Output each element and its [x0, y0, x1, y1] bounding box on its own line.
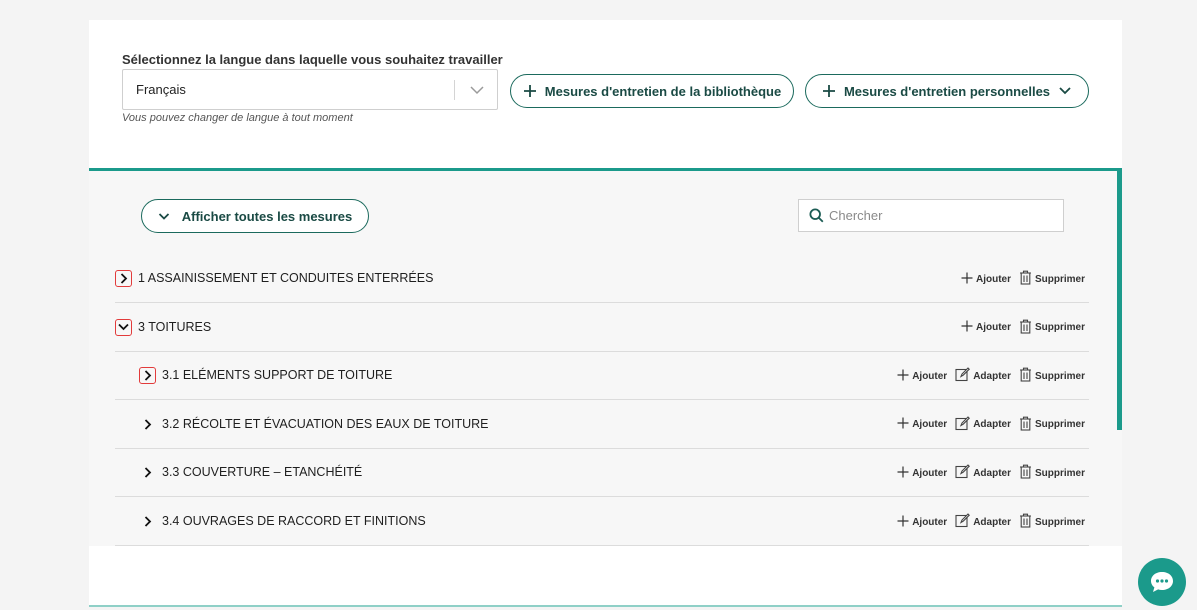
show-all-measures-button[interactable]: Afficher toutes les mesures	[141, 199, 369, 233]
chevron-down-icon[interactable]	[469, 83, 485, 97]
adapt-label: Adapter	[973, 419, 1011, 431]
table-row[interactable]: 3.3 COUVERTURE – ETANCHÉITÉ Ajouter Adapte…	[115, 449, 1089, 498]
delete-label: Supprimer	[1034, 322, 1085, 334]
delete-label: Supprimer	[1034, 516, 1085, 528]
delete-button[interactable]: Supprimer	[1019, 416, 1085, 434]
row-actions: Ajouter Adapter Supprimer	[897, 416, 1085, 434]
adapt-button[interactable]: Adapter	[955, 416, 1011, 434]
row-title: 3 TOITURES	[138, 319, 212, 334]
edit-icon	[955, 416, 971, 434]
delete-button[interactable]: Supprimer	[1019, 464, 1085, 482]
add-button[interactable]: Ajouter	[897, 466, 947, 481]
table-row[interactable]: 3 TOITURES Ajouter Supprimer	[115, 304, 1089, 352]
chat-bubble-icon	[1151, 572, 1173, 592]
add-button[interactable]: Ajouter	[961, 320, 1011, 335]
lower-panel	[89, 546, 1122, 606]
plus-icon	[897, 515, 909, 530]
chevron-right-icon[interactable]	[139, 416, 156, 433]
edit-icon	[955, 367, 971, 385]
trash-icon	[1019, 319, 1032, 337]
add-personal-measures-label: Mesures d'entretien personnelles	[843, 83, 1051, 99]
trash-icon	[1019, 464, 1032, 482]
delete-button[interactable]: Supprimer	[1019, 319, 1085, 337]
chevron-right-icon[interactable]	[139, 367, 156, 385]
add-label: Ajouter	[912, 467, 948, 479]
trash-icon	[1019, 270, 1032, 288]
adapt-label: Adapter	[973, 370, 1011, 382]
trash-icon	[1019, 367, 1032, 385]
add-label: Ajouter	[912, 419, 948, 431]
delete-label: Supprimer	[1034, 467, 1085, 479]
chat-button[interactable]	[1138, 558, 1186, 606]
language-hint: Vous pouvez changer de langue à tout mom…	[122, 112, 353, 124]
add-button[interactable]: Ajouter	[897, 515, 947, 530]
language-value: Français	[136, 82, 186, 97]
chevron-right-icon[interactable]	[139, 513, 156, 530]
row-title: 1 ASSAINISSEMENT ET CONDUITES ENTERRÉES	[138, 271, 434, 285]
add-personal-measures-button[interactable]: Mesures d'entretien personnelles	[805, 74, 1089, 108]
adapt-button[interactable]: Adapter	[955, 367, 1011, 385]
add-library-measures-button[interactable]: Mesures d'entretien de la bibliothèque	[510, 74, 794, 108]
plus-icon	[961, 320, 973, 335]
edit-icon	[955, 464, 971, 482]
chevron-right-icon[interactable]	[139, 464, 156, 481]
row-title: 3.2 RÉCOLTE ET ÉVACUATION DES EAUX DE TO…	[162, 416, 489, 431]
language-panel: Sélectionnez la langue dans laquelle vou…	[89, 20, 1122, 168]
adapt-button[interactable]: Adapter	[955, 513, 1011, 531]
bottom-divider	[89, 605, 1122, 607]
show-all-measures-label: Afficher toutes les mesures	[181, 208, 353, 224]
row-title: 3.3 COUVERTURE – ETANCHÉITÉ	[162, 465, 363, 480]
language-select[interactable]: Français	[122, 69, 498, 110]
search-input[interactable]	[829, 200, 1059, 231]
add-label: Ajouter	[912, 516, 948, 528]
chevron-down-icon[interactable]	[115, 318, 132, 336]
panel-accent-bar	[1117, 168, 1122, 430]
row-title: 3.4 OUVRAGES DE RACCORD ET FINITIONS	[162, 514, 426, 528]
edit-icon	[955, 513, 971, 531]
row-actions: Ajouter Adapter Supprimer	[897, 513, 1085, 531]
plus-icon	[523, 85, 536, 97]
chevron-down-icon	[1059, 87, 1071, 95]
add-label: Ajouter	[975, 273, 1011, 285]
delete-button[interactable]: Supprimer	[1019, 367, 1085, 385]
add-label: Ajouter	[912, 370, 948, 382]
row-actions: Ajouter Adapter Supprimer	[897, 367, 1085, 385]
plus-icon	[961, 272, 973, 287]
plus-icon	[897, 466, 909, 481]
table-row[interactable]: 1 ASSAINISSEMENT ET CONDUITES ENTERRÉES A…	[115, 255, 1089, 303]
delete-button[interactable]: Supprimer	[1019, 513, 1085, 531]
delete-button[interactable]: Supprimer	[1019, 270, 1085, 288]
table-row[interactable]: 3.2 RÉCOLTE ET ÉVACUATION DES EAUX DE TO…	[115, 401, 1089, 449]
search-box	[798, 199, 1064, 232]
adapt-button[interactable]: Adapter	[955, 464, 1011, 482]
table-row[interactable]: 3.1 ELÉMENTS SUPPORT DE TOITURE Ajouter Ad…	[115, 352, 1089, 401]
add-button[interactable]: Ajouter	[897, 417, 947, 432]
table-row[interactable]: 3.4 OUVRAGES DE RACCORD ET FINITIONS Ajou…	[115, 498, 1089, 546]
trash-icon	[1019, 416, 1032, 434]
measures-panel: Afficher toutes les mesures 1 ASSAINISSE…	[89, 168, 1122, 546]
plus-icon	[822, 85, 835, 97]
add-button[interactable]: Ajouter	[961, 272, 1011, 287]
add-button[interactable]: Ajouter	[897, 369, 947, 384]
plus-icon	[897, 417, 909, 432]
add-label: Ajouter	[975, 322, 1011, 334]
trash-icon	[1019, 513, 1032, 531]
page: Sélectionnez la langue dans laquelle vou…	[0, 0, 1197, 610]
adapt-label: Adapter	[973, 516, 1011, 528]
select-divider	[454, 80, 455, 100]
chevron-down-icon	[158, 212, 169, 220]
delete-label: Supprimer	[1034, 419, 1085, 431]
row-actions: Ajouter Supprimer	[961, 270, 1085, 288]
row-actions: Ajouter Adapter Supprimer	[897, 464, 1085, 482]
delete-label: Supprimer	[1034, 273, 1085, 285]
plus-icon	[897, 369, 909, 384]
row-actions: Ajouter Supprimer	[961, 319, 1085, 337]
search-icon	[809, 208, 824, 223]
adapt-label: Adapter	[973, 467, 1011, 479]
language-label: Sélectionnez la langue dans laquelle vou…	[122, 52, 503, 67]
chevron-right-icon[interactable]	[115, 270, 132, 287]
delete-label: Supprimer	[1034, 370, 1085, 382]
row-title: 3.1 ELÉMENTS SUPPORT DE TOITURE	[162, 368, 393, 383]
add-library-measures-label: Mesures d'entretien de la bibliothèque	[544, 83, 782, 99]
